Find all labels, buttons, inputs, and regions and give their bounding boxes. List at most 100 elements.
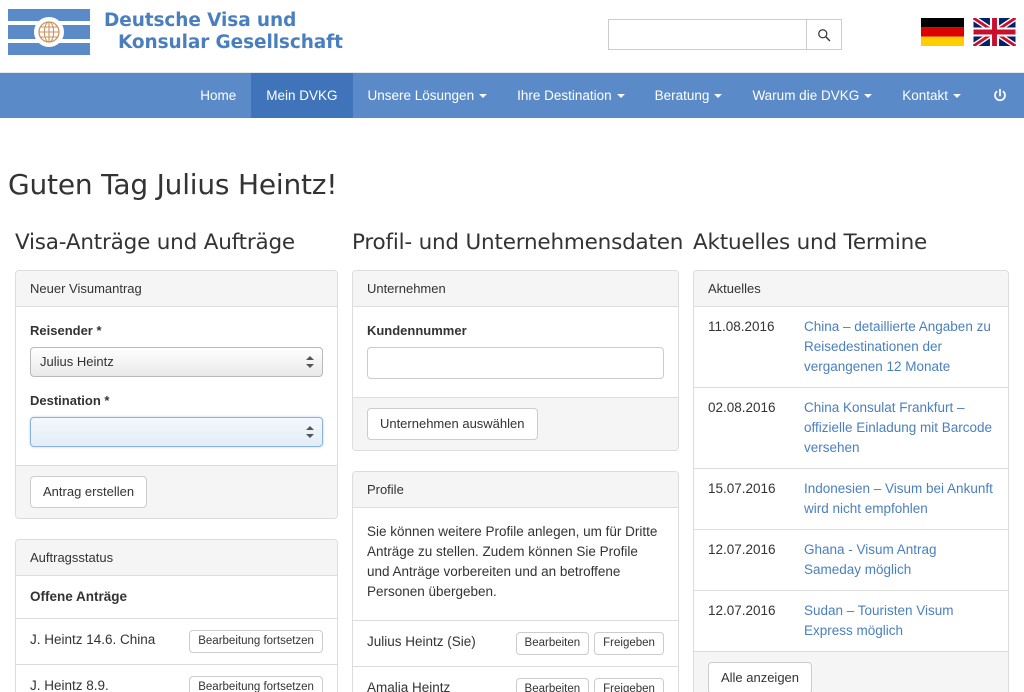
flag-de-icon[interactable] bbox=[921, 18, 964, 46]
nav-label-unsere-loesungen: Unsere Lösungen bbox=[367, 88, 475, 103]
search-icon bbox=[817, 28, 831, 42]
panel-heading-profiles: Profile bbox=[352, 472, 678, 508]
logo-flag-graphic bbox=[8, 9, 90, 55]
nav-item-mein-dvkg[interactable]: Mein DVKG bbox=[251, 73, 353, 118]
site-header: Deutsche Visa und Konsular Gesellschaft bbox=[0, 0, 1024, 73]
nav-item-unsere-loesungen[interactable]: Unsere Lösungen bbox=[353, 73, 503, 118]
globe-icon bbox=[34, 17, 64, 47]
page-content: Guten Tag Julius Heintz! Visa-Anträge un… bbox=[0, 118, 1024, 692]
stepper-arrows-icon bbox=[305, 425, 314, 439]
panel-heading-new-application: Neuer Visumantrag bbox=[16, 271, 337, 307]
logout-button[interactable] bbox=[976, 73, 1024, 118]
continue-editing-button[interactable]: Bearbeitung fortsetzen bbox=[189, 630, 323, 653]
nav-item-warum-die-dvkg[interactable]: Warum die DVKG bbox=[737, 73, 887, 118]
select-traveler-value: Julius Heintz bbox=[40, 354, 114, 369]
nav-label-mein-dvkg: Mein DVKG bbox=[266, 88, 338, 103]
news-link[interactable]: Sudan – Touristen Visum Express möglich bbox=[804, 601, 994, 641]
power-icon bbox=[992, 88, 1008, 104]
panel-footer-company: Unternehmen auswählen bbox=[352, 397, 678, 450]
news-link[interactable]: Ghana - Visum Antrag Sameday möglich bbox=[804, 540, 994, 580]
news-date: 11.08.2016 bbox=[707, 319, 775, 334]
continue-editing-button[interactable]: Bearbeitung fortsetzen bbox=[189, 676, 323, 692]
table-row: 12.07.2016 Sudan – Touristen Visum Expre… bbox=[693, 590, 1008, 651]
chevron-down-icon bbox=[616, 93, 625, 98]
table-row: J. Heintz 8.9. Aserbaidschan Bearbeitung… bbox=[16, 664, 337, 692]
list-item: Julius Heintz (Sie) Bearbeiten Freigeben bbox=[352, 620, 678, 666]
label-customer-number: Kundennummer bbox=[366, 323, 467, 338]
column-title-news: Aktuelles und Termine bbox=[692, 230, 928, 255]
label-destination: Destination * bbox=[30, 393, 110, 408]
brand-logo[interactable]: Deutsche Visa und Konsular Gesellschaft bbox=[8, 9, 343, 55]
brand-line-2: Konsular Gesellschaft bbox=[118, 32, 343, 53]
share-profile-button[interactable]: Freigeben bbox=[594, 632, 664, 655]
nav-label-warum-die-dvkg: Warum die DVKG bbox=[752, 88, 860, 103]
panel-news: Aktuelles 11.08.2016 China – detailliert… bbox=[692, 270, 1009, 692]
form-group-destination: Destination * bbox=[30, 391, 323, 447]
form-group-traveler: Reisender * Julius Heintz bbox=[30, 321, 323, 377]
nav-label-kontakt: Kontakt bbox=[902, 88, 948, 103]
news-link[interactable]: China Konsulat Frankfurt – offizielle Ei… bbox=[804, 398, 994, 458]
news-date: 12.07.2016 bbox=[707, 542, 776, 557]
news-link[interactable]: China – detaillierte Angaben zu Reisedes… bbox=[804, 317, 994, 377]
panel-footer-new-application: Antrag erstellen bbox=[16, 465, 337, 518]
select-traveler[interactable]: Julius Heintz bbox=[30, 347, 323, 377]
select-destination[interactable] bbox=[30, 417, 323, 447]
page-title: Guten Tag Julius Heintz! bbox=[8, 168, 338, 201]
select-company-button[interactable]: Unternehmen auswählen bbox=[366, 408, 538, 440]
list-item: Amalia Heintz Bearbeiten Freigeben bbox=[352, 666, 678, 692]
chevron-down-icon bbox=[714, 93, 723, 98]
column-title-visa: Visa-Anträge und Aufträge bbox=[15, 230, 295, 255]
language-switcher bbox=[921, 15, 1018, 49]
customer-number-input[interactable] bbox=[366, 347, 664, 379]
share-profile-button[interactable]: Freigeben bbox=[594, 678, 664, 692]
table-row: 11.08.2016 China – detaillierte Angaben … bbox=[694, 307, 1008, 387]
edit-profile-button[interactable]: Bearbeiten bbox=[515, 632, 590, 655]
flag-en-icon[interactable] bbox=[971, 15, 1018, 49]
order-row-text: J. Heintz 14.6. China bbox=[30, 632, 156, 647]
panel-profiles: Profile Sie können weitere Profile anleg… bbox=[351, 471, 679, 692]
chevron-down-icon bbox=[479, 93, 488, 98]
panel-body-new-application: Reisender * Julius Heintz Destination * bbox=[16, 307, 337, 465]
form-group-customer-number: Kundennummer bbox=[366, 321, 664, 379]
nav-item-kontakt[interactable]: Kontakt bbox=[887, 73, 976, 118]
nav-item-home[interactable]: Home bbox=[185, 73, 251, 118]
profile-actions: Bearbeiten Freigeben bbox=[515, 632, 664, 655]
search-button[interactable] bbox=[806, 19, 842, 50]
brand-name: Deutsche Visa und Konsular Gesellschaft bbox=[104, 10, 343, 54]
profile-name: Julius Heintz (Sie) bbox=[366, 634, 476, 649]
search-input[interactable] bbox=[608, 19, 806, 50]
nav-item-ihre-destination[interactable]: Ihre Destination bbox=[502, 73, 640, 118]
table-row: 12.07.2016 Ghana - Visum Antrag Sameday … bbox=[693, 529, 1008, 590]
column-news-events: Aktuelles und Termine Aktuelles 11.08.20… bbox=[686, 230, 1016, 692]
panel-new-application: Neuer Visumantrag Reisender * Julius Hei… bbox=[15, 270, 338, 519]
panel-heading-company: Unternehmen bbox=[352, 271, 678, 307]
order-status-section-text: Offene Anträge bbox=[30, 589, 128, 604]
nav-label-ihre-destination: Ihre Destination bbox=[517, 88, 612, 103]
nav-item-beratung[interactable]: Beratung bbox=[640, 73, 738, 118]
column-title-profile: Profil- und Unternehmensdaten bbox=[351, 230, 684, 255]
column-profile-company: Profil- und Unternehmensdaten Unternehme… bbox=[345, 230, 686, 692]
panel-heading-order-status: Auftragsstatus bbox=[16, 540, 337, 576]
label-traveler: Reisender * bbox=[30, 323, 102, 338]
main-navigation: Home Mein DVKG Unsere Lösungen Ihre Dest… bbox=[0, 73, 1024, 118]
column-visa-applications: Visa-Anträge und Aufträge Neuer Visumant… bbox=[8, 230, 345, 692]
stepper-arrows-icon bbox=[305, 355, 314, 369]
create-application-button[interactable]: Antrag erstellen bbox=[30, 476, 148, 508]
nav-label-home: Home bbox=[200, 88, 237, 103]
dashboard-columns: Visa-Anträge und Aufträge Neuer Visumant… bbox=[8, 230, 1016, 692]
order-row-text: J. Heintz 8.9. Aserbaidschan bbox=[30, 678, 109, 692]
edit-profile-button[interactable]: Bearbeiten bbox=[515, 678, 590, 692]
table-row: J. Heintz 14.6. China Bearbeitung fortse… bbox=[16, 618, 337, 664]
table-row: 15.07.2016 Indonesien – Visum bei Ankunf… bbox=[693, 468, 1008, 529]
chevron-down-icon bbox=[953, 93, 961, 98]
brand-line-1: Deutsche Visa und bbox=[104, 10, 297, 31]
news-link[interactable]: Indonesien – Visum bei Ankunft wird nich… bbox=[804, 479, 994, 519]
news-date: 12.07.2016 bbox=[707, 603, 776, 618]
show-all-news-button[interactable]: Alle anzeigen bbox=[707, 662, 813, 692]
chevron-down-icon bbox=[864, 93, 873, 98]
order-row-actions: Bearbeitung fortsetzen bbox=[189, 630, 323, 653]
order-status-section-label: Offene Anträge bbox=[16, 576, 337, 618]
profile-name: Amalia Heintz bbox=[366, 680, 451, 692]
panel-company: Unternehmen Kundennummer Unternehmen aus… bbox=[351, 270, 679, 451]
profiles-description: Sie können weitere Profile anlegen, um f… bbox=[366, 524, 658, 599]
